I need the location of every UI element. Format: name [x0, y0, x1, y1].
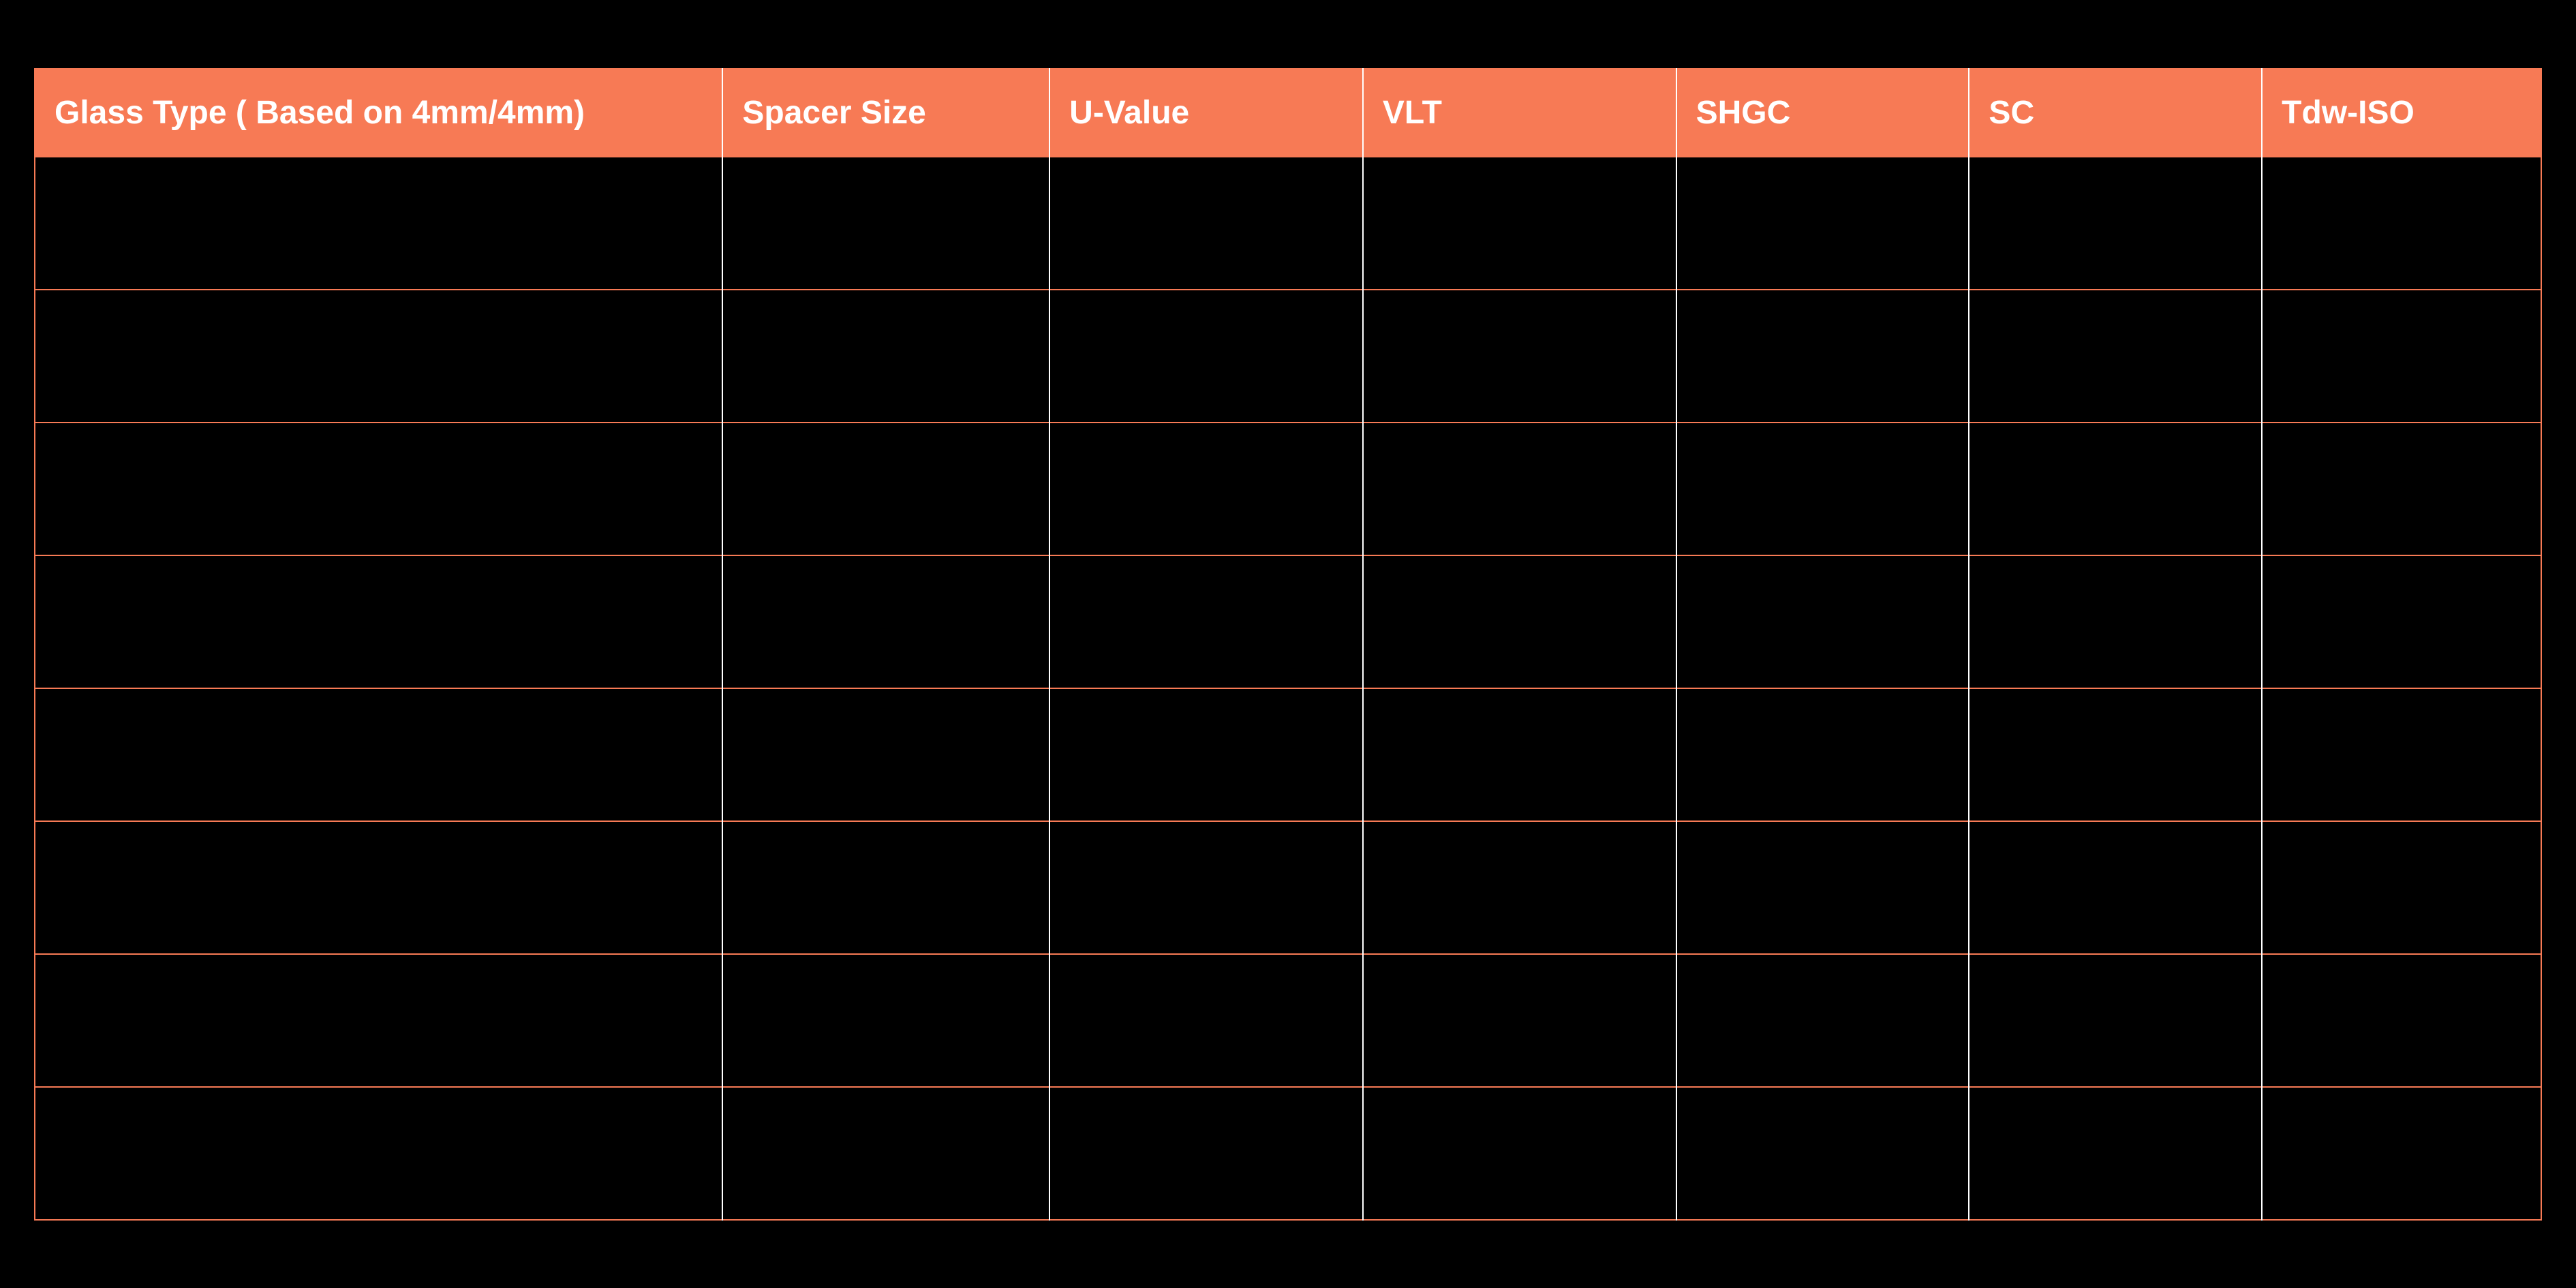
table-cell [722, 688, 1049, 821]
table-cell [1676, 555, 1969, 688]
table-cell [35, 821, 722, 954]
table-cell [1676, 423, 1969, 555]
table-cell [722, 157, 1049, 290]
table-cell [35, 157, 722, 290]
table-cell [722, 1087, 1049, 1220]
table-cell [1363, 688, 1676, 821]
table-cell [1969, 821, 2262, 954]
table-row [35, 555, 2541, 688]
table-cell [1049, 555, 1363, 688]
col-header-vlt: VLT [1363, 69, 1676, 157]
table-cell [35, 688, 722, 821]
table-cell [722, 821, 1049, 954]
table-cell [1969, 290, 2262, 423]
table-cell [2262, 157, 2541, 290]
col-header-shgc: SHGC [1676, 69, 1969, 157]
table-row [35, 688, 2541, 821]
table-cell [2262, 954, 2541, 1087]
table-cell [2262, 688, 2541, 821]
table-row [35, 954, 2541, 1087]
col-header-u-value: U-Value [1049, 69, 1363, 157]
table-cell [35, 954, 722, 1087]
table-cell [1363, 423, 1676, 555]
col-header-spacer-size: Spacer Size [722, 69, 1049, 157]
table-row [35, 157, 2541, 290]
table-cell [2262, 423, 2541, 555]
table-cell [35, 555, 722, 688]
table-cell [1676, 821, 1969, 954]
table-cell [1363, 157, 1676, 290]
table-cell [1969, 157, 2262, 290]
table-cell [1363, 821, 1676, 954]
table-cell [35, 1087, 722, 1220]
table-cell [722, 555, 1049, 688]
table-cell [1049, 821, 1363, 954]
table-cell [1049, 1087, 1363, 1220]
table-cell [1969, 423, 2262, 555]
col-header-tdw-iso: Tdw-ISO [2262, 69, 2541, 157]
table-cell [1049, 423, 1363, 555]
table-body [35, 157, 2541, 1220]
table-cell [1676, 688, 1969, 821]
table-cell [1363, 954, 1676, 1087]
table-cell [1676, 1087, 1969, 1220]
col-header-sc: SC [1969, 69, 2262, 157]
table-cell [1049, 290, 1363, 423]
table-cell [1363, 555, 1676, 688]
table-cell [1969, 555, 2262, 688]
table-cell [2262, 290, 2541, 423]
table-row [35, 423, 2541, 555]
table-cell [1676, 290, 1969, 423]
table-cell [35, 290, 722, 423]
glass-spec-table: Glass Type ( Based on 4mm/4mm) Spacer Si… [34, 68, 2542, 1221]
table-cell [2262, 821, 2541, 954]
table-cell [2262, 555, 2541, 688]
glass-spec-table-container: Glass Type ( Based on 4mm/4mm) Spacer Si… [34, 68, 2542, 1221]
table-cell [2262, 1087, 2541, 1220]
table-row [35, 821, 2541, 954]
table-cell [35, 423, 722, 555]
col-header-glass-type: Glass Type ( Based on 4mm/4mm) [35, 69, 722, 157]
table-header-row: Glass Type ( Based on 4mm/4mm) Spacer Si… [35, 69, 2541, 157]
table-cell [722, 423, 1049, 555]
table-cell [1676, 157, 1969, 290]
table-header: Glass Type ( Based on 4mm/4mm) Spacer Si… [35, 69, 2541, 157]
table-cell [1969, 954, 2262, 1087]
table-row [35, 290, 2541, 423]
table-cell [722, 290, 1049, 423]
table-cell [1363, 290, 1676, 423]
table-cell [1676, 954, 1969, 1087]
table-cell [1363, 1087, 1676, 1220]
table-cell [1969, 688, 2262, 821]
table-cell [1049, 954, 1363, 1087]
table-cell [1049, 157, 1363, 290]
table-cell [1969, 1087, 2262, 1220]
table-row [35, 1087, 2541, 1220]
table-cell [722, 954, 1049, 1087]
table-cell [1049, 688, 1363, 821]
